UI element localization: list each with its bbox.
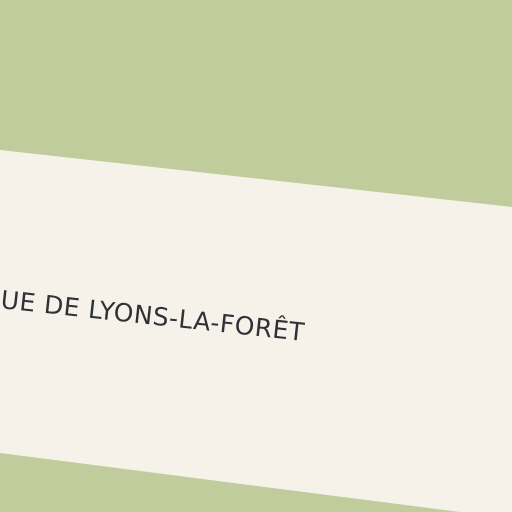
map-canvas[interactable]: UE DE LYONS-LA-FORÊT [0, 0, 512, 512]
map-view[interactable]: UE DE LYONS-LA-FORÊT [0, 0, 512, 512]
